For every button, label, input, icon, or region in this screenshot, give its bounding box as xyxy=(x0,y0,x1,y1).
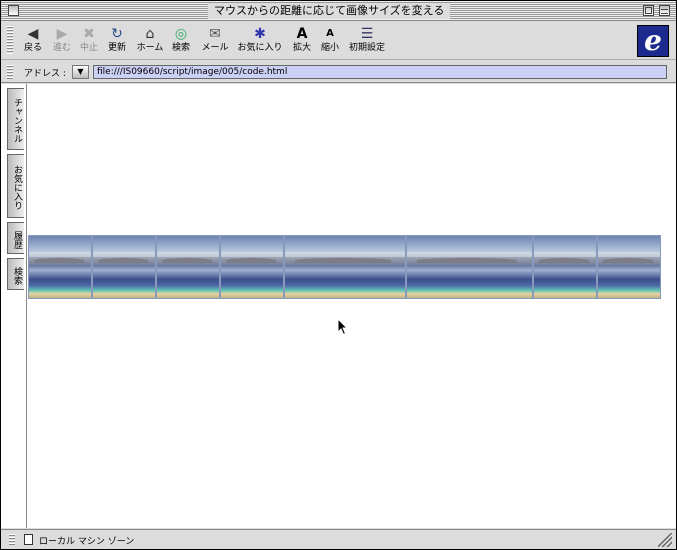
window-title: マウスからの距離に応じて画像サイズを変える xyxy=(208,3,451,19)
scaled-image xyxy=(92,235,156,299)
address-bar-grip[interactable] xyxy=(7,65,13,79)
mouse-pointer-icon xyxy=(337,318,349,336)
sidebar-tab-channels[interactable]: チャンネル xyxy=(7,88,24,150)
status-bar-grip xyxy=(9,534,15,546)
toolbar-button-label: 拡大 xyxy=(292,43,311,53)
zoom-box[interactable] xyxy=(643,5,654,16)
collapse-box[interactable] xyxy=(659,5,670,16)
favorites-icon: ✱ xyxy=(254,26,266,42)
toolbar-button-label: 進む xyxy=(52,43,71,53)
toolbar-button-back-arrow[interactable]: ◀ 戻る xyxy=(22,25,44,54)
back-arrow-icon: ◀ xyxy=(27,26,39,42)
resize-grip[interactable] xyxy=(658,533,672,547)
mail-icon: ✉ xyxy=(209,26,221,42)
scaled-image xyxy=(406,235,533,299)
toolbar: ◀ 戻る ▶ 進む ✖ 中止 ↻ 更新 ⌂ ホーム ◎ 検索 ✉ メール ✱ お気に入り A 拡大 A 縮小 ☰ 初期設定… xyxy=(1,22,676,60)
scaled-image xyxy=(533,235,597,299)
explorer-sidebar-tabs: チャンネル お気に入り 履歴 検索 xyxy=(1,84,27,528)
toolbar-grip[interactable] xyxy=(7,26,13,54)
search-icon: ◎ xyxy=(174,26,188,42)
text-smaller-icon: A xyxy=(326,28,334,39)
toolbar-button-home[interactable]: ⌂ ホーム xyxy=(135,25,165,54)
toolbar-button-label: 縮小 xyxy=(320,43,339,53)
sidebar-tab-favorites[interactable]: お気に入り xyxy=(7,154,24,218)
title-bar[interactable]: マウスからの距離に応じて画像サイズを変える xyxy=(1,1,676,21)
address-input[interactable]: file:///IS09660/script/image/005/code.ht… xyxy=(93,65,667,79)
toolbar-button-forward-arrow[interactable]: ▶ 進む xyxy=(51,25,73,54)
page-content: チャンネル お気に入り 履歴 検索 xyxy=(1,84,676,528)
browser-window: マウスからの距離に応じて画像サイズを変える ◀ 戻る ▶ 進む ✖ 中止 ↻ 更新 ⌂ ホーム ◎ 検… xyxy=(0,0,677,550)
sidebar-tab-history[interactable]: 履歴 xyxy=(7,222,24,254)
toolbar-button-label: 検索 xyxy=(171,43,190,53)
toolbar-button-favorites[interactable]: ✱ お気に入り xyxy=(236,25,284,54)
toolbar-button-mail[interactable]: ✉ メール xyxy=(200,25,230,54)
security-zone-icon xyxy=(24,534,33,545)
text-larger-icon: A xyxy=(296,26,308,42)
scaled-image xyxy=(156,235,220,299)
toolbar-button-preferences[interactable]: ☰ 初期設定 xyxy=(348,25,386,54)
toolbar-button-refresh[interactable]: ↻ 更新 xyxy=(105,25,129,54)
close-box[interactable] xyxy=(8,5,19,16)
ie-logo-icon[interactable]: e xyxy=(637,25,669,57)
scaled-image xyxy=(597,235,661,299)
refresh-icon: ↻ xyxy=(111,26,123,42)
toolbar-button-label: 中止 xyxy=(79,43,98,53)
toolbar-button-label: メール xyxy=(201,43,229,53)
toolbar-button-text-larger[interactable]: A 拡大 xyxy=(291,25,313,54)
address-dropdown-button[interactable]: ▼ xyxy=(72,65,89,79)
toolbar-button-search[interactable]: ◎ 検索 xyxy=(169,25,193,54)
toolbar-button-text-smaller[interactable]: A 縮小 xyxy=(319,25,341,54)
image-strip xyxy=(28,235,661,299)
scaled-image xyxy=(284,235,406,299)
chevron-down-icon: ▼ xyxy=(77,67,84,76)
address-bar: アドレス : ▼ file:///IS09660/script/image/00… xyxy=(1,61,676,83)
address-label: アドレス : xyxy=(24,69,66,79)
toolbar-button-label: 更新 xyxy=(107,43,126,53)
status-text: ローカル マシン ゾーン xyxy=(39,537,135,547)
sidebar-tab-search[interactable]: 検索 xyxy=(7,258,24,290)
status-bar: ローカル マシン ゾーン xyxy=(1,529,676,549)
toolbar-button-label: 戻る xyxy=(23,43,42,53)
stop-icon: ✖ xyxy=(83,26,95,42)
preferences-icon: ☰ xyxy=(360,26,374,42)
toolbar-button-stop[interactable]: ✖ 中止 xyxy=(78,25,100,54)
toolbar-button-label: ホーム xyxy=(136,43,164,53)
scaled-image xyxy=(220,235,284,299)
scaled-image xyxy=(28,235,92,299)
toolbar-button-label: お気に入り xyxy=(237,43,283,53)
toolbar-button-label: 初期設定 xyxy=(348,43,385,53)
forward-arrow-icon: ▶ xyxy=(56,26,68,42)
home-icon: ⌂ xyxy=(145,26,155,42)
